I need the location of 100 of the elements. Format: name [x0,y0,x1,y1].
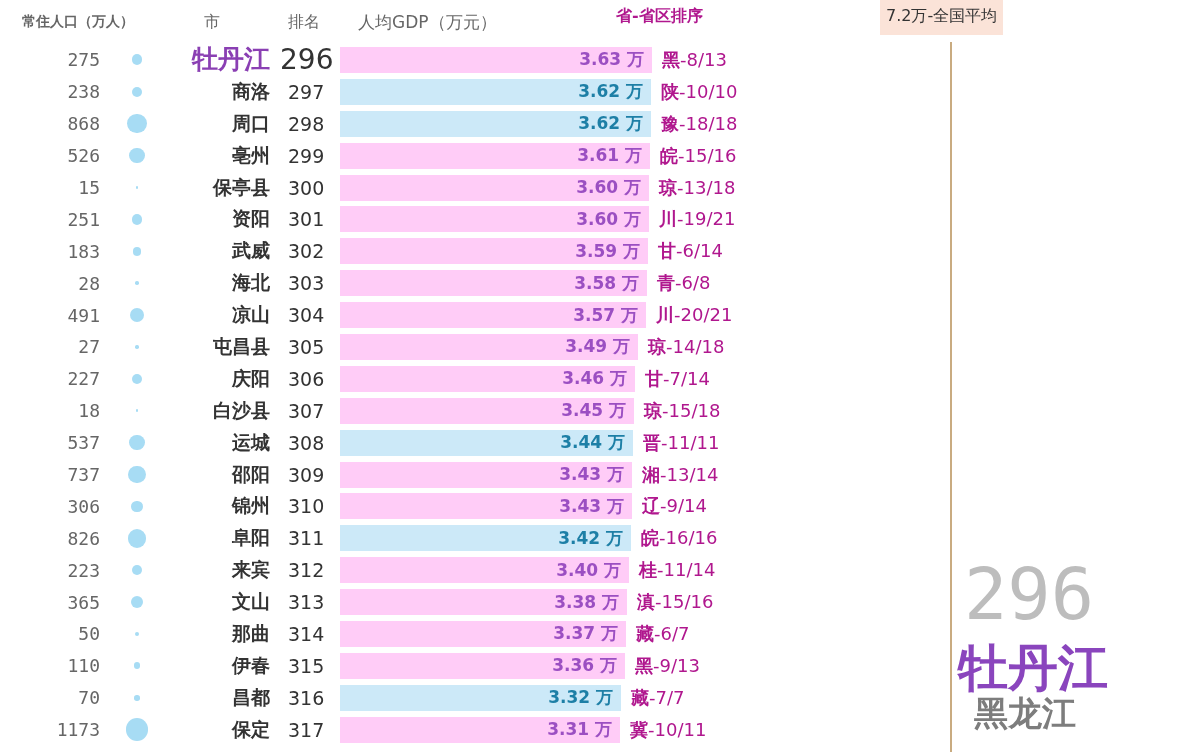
city-name: 周口 [231,110,270,136]
province-rank: 豫-18/18 [661,111,738,136]
rank-number: 309 [287,463,326,486]
gdp-bar: 3.44 万 [340,429,633,456]
rank-number: 306 [287,367,326,390]
city-name: 庆阳 [231,365,270,391]
column-header: 市 [204,11,221,33]
city-name: 屯昌县 [212,333,270,359]
gdp-bar: 3.61 万 [340,142,650,169]
city-name: 海北 [231,270,270,296]
gdp-bar: 3.45 万 [340,397,634,424]
city-name: 运城 [231,429,270,455]
rank-number: 302 [287,240,326,263]
rank-number: 310 [287,495,326,518]
population-dot [128,465,146,484]
gdp-bar: 3.43 万 [340,493,632,520]
gdp-bar: 3.60 万 [340,174,649,201]
population-value: 1173 [55,719,100,741]
population-value: 491 [66,304,100,326]
gdp-bar: 3.62 万 [340,78,651,105]
city-name: 保定 [230,716,270,742]
city-name: 阜阳 [231,525,270,551]
rank-number: 312 [287,559,326,582]
population-dot [132,565,142,576]
province-rank: 滇-15/16 [637,590,714,615]
province-rank: 琼-15/18 [644,398,721,423]
rank-number: 301 [287,208,326,231]
rank-number: 300 [287,176,326,199]
population-value: 365 [66,591,100,613]
gdp-bar: 3.60 万 [340,206,649,233]
population-dot [135,409,139,413]
city-name: 那曲 [231,620,270,646]
population-value: 223 [66,559,100,581]
province-rank: 桂-11/14 [639,558,716,583]
city-name: 凉山 [231,302,270,328]
province-rank: 琼-14/18 [648,334,725,359]
gdp-bar: 3.31 万 [340,716,620,743]
population-dot [131,86,143,97]
rank-number: 298 [287,112,326,135]
population-value: 526 [66,145,100,167]
gdp-bar: 3.37 万 [340,620,626,647]
city-name: 锦州 [230,493,270,519]
population-dot [130,595,144,609]
column-header: 人均GDP（万元） [358,10,498,34]
city-name: 保亭县 [211,174,270,200]
province-rank: 辽-9/14 [642,494,707,519]
population-value: 50 [77,623,100,645]
city-name: 武威 [231,238,270,264]
population-value: 537 [66,432,100,454]
gdp-bar: 3.38 万 [340,589,627,616]
province-rank: 陕-10/10 [661,79,738,104]
city-name: 来宾 [231,557,270,583]
population-value: 18 [77,400,100,422]
gdp-bar: 3.36 万 [340,652,625,679]
gdp-bar: 3.59 万 [340,238,648,265]
population-value: 306 [66,495,100,517]
gdp-bar: 3.58 万 [340,270,647,297]
population-dot [131,500,143,513]
province-rank: 川-19/21 [659,207,736,232]
rank-number: 305 [287,335,326,358]
province-rank: 湘-13/14 [642,462,719,487]
population-value: 238 [66,81,100,103]
rank-number: 317 [287,718,326,741]
city-name: 伊春 [230,652,270,678]
population-value: 183 [66,240,100,262]
population-value: 27 [77,336,100,358]
population-dot [134,631,140,637]
focus-city: 牡丹江 [958,642,1108,695]
national-average-label: 7.2万-全国平均 [880,0,1004,35]
province-rank: 川-20/21 [656,303,733,328]
province-rank: 黑-8/13 [662,47,727,72]
gdp-bar: 3.57 万 [340,302,646,329]
population-dot [131,54,143,66]
province-rank: 黑-9/13 [635,653,700,678]
province-rank: 藏-7/7 [631,685,685,710]
population-value: 70 [77,687,100,709]
gdp-bar: 3.62 万 [340,110,651,137]
focus-rank: 296 [964,558,1095,631]
rank-number: 304 [287,304,326,327]
population-dot [129,148,145,164]
gdp-bar: 3.49 万 [340,333,638,360]
population-dot [135,281,139,285]
focus-province: 黑龙江 [974,694,1076,732]
province-rank: 藏-6/7 [636,621,690,646]
rank-number: 307 [287,399,326,422]
province-rank: 皖-15/16 [660,143,737,168]
province-rank: 甘-6/14 [658,239,723,264]
rank-number: 308 [287,431,326,454]
rank-number: 311 [287,527,326,550]
population-value: 275 [66,49,100,71]
rank-number: 297 [287,80,326,103]
column-header: 常住人口（万人） [22,13,135,31]
population-dot [129,435,145,451]
population-dot [133,662,141,670]
rank-number: 296 [279,43,335,77]
population-dot [131,214,143,225]
rank-number: 315 [287,654,326,677]
rank-number: 316 [287,686,326,709]
column-header: 排名 [288,11,321,33]
province-rank: 皖-16/16 [641,526,718,551]
